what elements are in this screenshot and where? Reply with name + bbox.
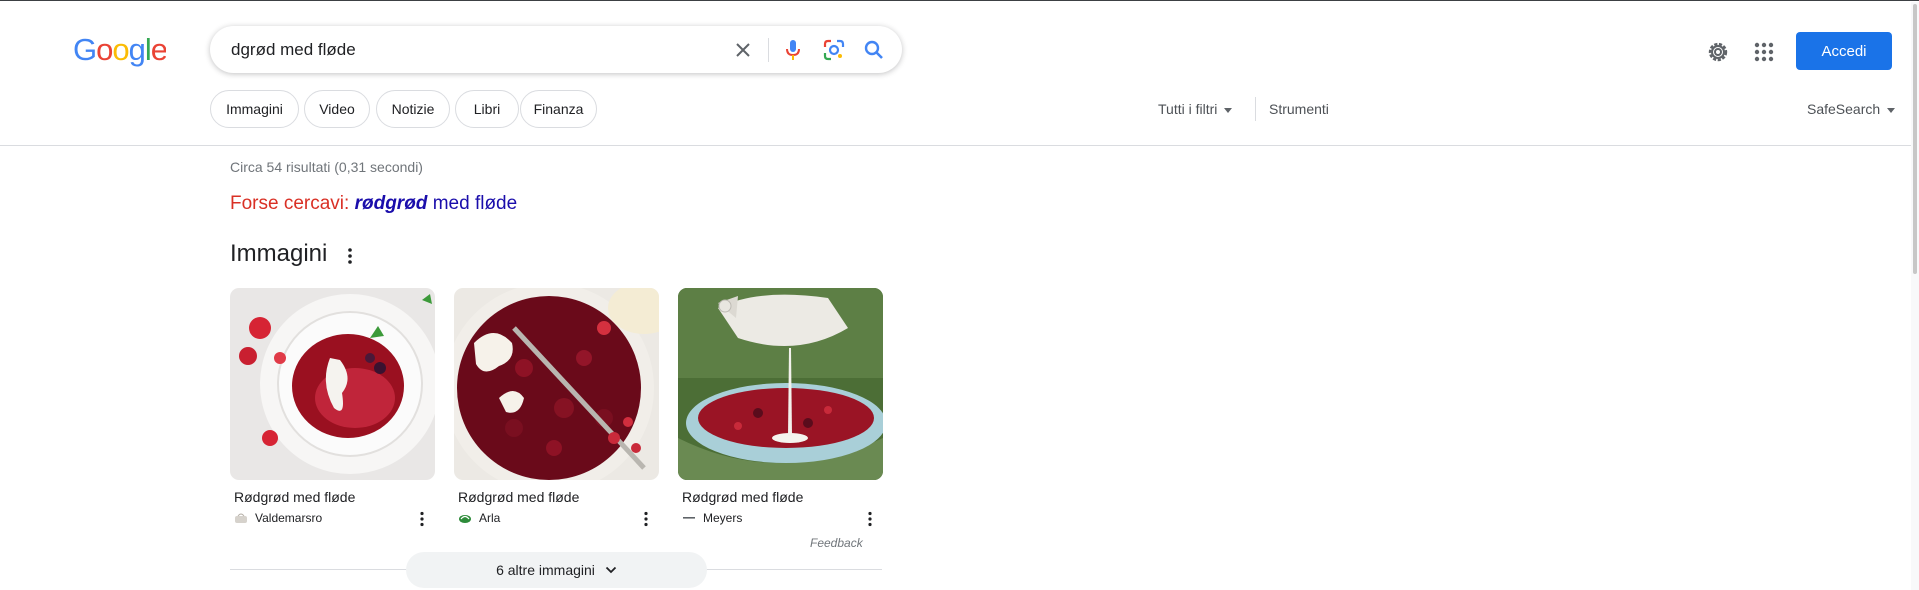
image-thumbnail[interactable] bbox=[230, 288, 435, 480]
more-vert-icon[interactable] bbox=[416, 510, 428, 528]
tools-button[interactable]: Strumenti bbox=[1269, 101, 1329, 117]
safesearch-label: SafeSearch bbox=[1807, 101, 1881, 117]
tab-video[interactable]: Video bbox=[304, 90, 370, 128]
search-input[interactable]: dgrød med fløde bbox=[231, 40, 356, 60]
image-title[interactable]: Rødgrød med fløde bbox=[234, 489, 355, 505]
image-thumbnail[interactable] bbox=[454, 288, 659, 480]
arla-favicon bbox=[458, 511, 472, 525]
svg-text:Google: Google bbox=[73, 33, 166, 67]
image-card[interactable]: Rødgrød med fløde Meyers bbox=[678, 288, 883, 527]
google-logo[interactable]: Google bbox=[73, 33, 166, 67]
image-source-label: Meyers bbox=[703, 511, 743, 525]
search-divider bbox=[768, 38, 769, 62]
chevron-down-icon bbox=[605, 566, 617, 574]
more-images-label: 6 altre immagini bbox=[496, 562, 595, 578]
meyers-favicon bbox=[682, 511, 696, 525]
search-icon[interactable] bbox=[861, 37, 887, 63]
signin-button[interactable]: Accedi bbox=[1796, 32, 1892, 70]
all-filters-label: Tutti i filtri bbox=[1158, 101, 1218, 117]
result-stats: Circa 54 risultati (0,31 secondi) bbox=[230, 159, 423, 175]
lens-icon[interactable] bbox=[821, 37, 847, 63]
tab-finance[interactable]: Finanza bbox=[520, 90, 597, 128]
more-vert-icon[interactable] bbox=[342, 246, 358, 266]
images-section-title: Immagini bbox=[230, 240, 328, 267]
image-card[interactable]: Rødgrød med fløde Valdemarsro bbox=[230, 288, 435, 527]
apps-grid-icon[interactable] bbox=[1750, 38, 1778, 66]
mic-icon[interactable] bbox=[780, 37, 806, 63]
image-source-label: Valdemarsro bbox=[255, 511, 323, 525]
image-title[interactable]: Rødgrød med fløde bbox=[458, 489, 579, 505]
did-you-mean-rest: med fløde bbox=[427, 193, 518, 214]
did-you-mean-bold: rødgrød bbox=[354, 193, 428, 214]
clear-search-icon[interactable] bbox=[730, 37, 756, 63]
feedback-link[interactable]: Feedback bbox=[810, 536, 863, 550]
image-source[interactable]: Meyers bbox=[682, 511, 742, 525]
filters-divider bbox=[1255, 97, 1256, 121]
image-source[interactable]: Arla bbox=[458, 511, 500, 525]
image-title[interactable]: Rødgrød med fløde bbox=[682, 489, 803, 505]
safesearch-dropdown[interactable]: SafeSearch bbox=[1807, 101, 1896, 117]
valdemarsro-favicon bbox=[234, 511, 248, 525]
all-filters-dropdown[interactable]: Tutti i filtri bbox=[1158, 101, 1233, 117]
image-source[interactable]: Valdemarsro bbox=[234, 511, 322, 525]
search-box[interactable]: dgrød med fløde bbox=[210, 26, 902, 73]
chevron-down-icon bbox=[1887, 107, 1896, 113]
header-divider bbox=[0, 145, 1919, 146]
image-card[interactable]: Rødgrød med fløde Arla bbox=[454, 288, 659, 527]
did-you-mean-link[interactable]: rødgrød med fløde bbox=[355, 193, 518, 214]
chevron-down-icon bbox=[1224, 107, 1233, 113]
did-you-mean: Forse cercavi: rødgrød med fløde bbox=[230, 193, 517, 215]
tab-images[interactable]: Immagini bbox=[210, 90, 299, 128]
more-vert-icon[interactable] bbox=[864, 510, 876, 528]
scrollbar-thumb[interactable] bbox=[1913, 4, 1917, 274]
more-images-button[interactable]: 6 altre immagini bbox=[406, 552, 707, 588]
tab-books[interactable]: Libri bbox=[455, 90, 519, 128]
settings-gear-icon[interactable] bbox=[1704, 38, 1732, 66]
image-source-label: Arla bbox=[479, 511, 501, 525]
tab-news[interactable]: Notizie bbox=[376, 90, 450, 128]
more-vert-icon[interactable] bbox=[640, 510, 652, 528]
image-thumbnail[interactable] bbox=[678, 288, 883, 480]
window-top-border bbox=[0, 0, 1919, 1]
did-you-mean-label: Forse cercavi: bbox=[230, 193, 350, 214]
